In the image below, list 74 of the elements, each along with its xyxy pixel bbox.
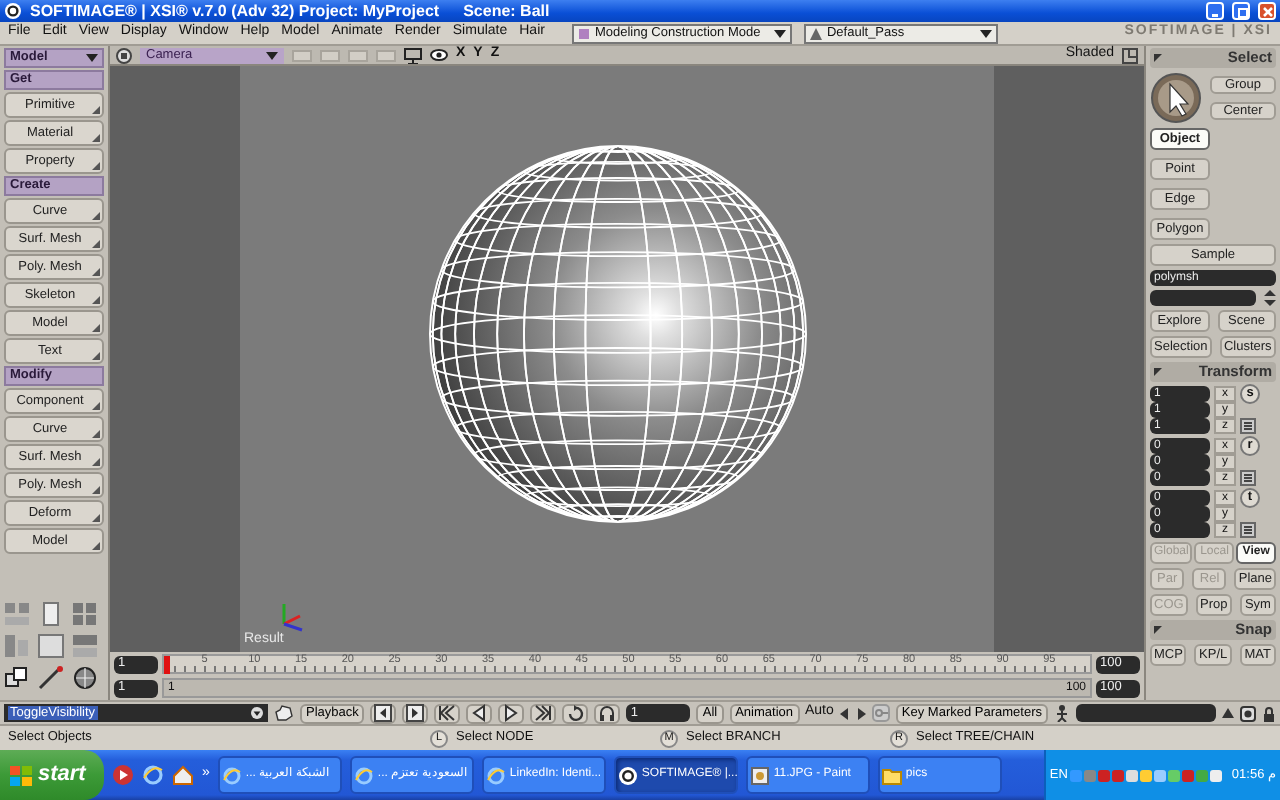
pass-icon <box>810 27 823 39</box>
corner-arrow-icon <box>92 458 100 466</box>
right-arrow-icon[interactable] <box>855 707 866 719</box>
corner-arrow-icon <box>92 268 100 276</box>
browser-icon[interactable] <box>142 764 164 786</box>
folder-icon <box>881 765 902 785</box>
caret-icon <box>980 27 993 39</box>
corner-arrow-icon <box>92 324 100 332</box>
key-field[interactable] <box>1076 704 1216 722</box>
corner-arrow-icon <box>92 352 100 360</box>
restore-button[interactable] <box>1232 2 1250 20</box>
lock-icon[interactable] <box>1262 705 1276 721</box>
list-icon[interactable] <box>1240 470 1256 486</box>
previous-frame-button[interactable] <box>466 703 493 723</box>
wand-icon[interactable] <box>38 666 64 690</box>
next-key-button[interactable] <box>402 703 429 723</box>
maximize-icon[interactable] <box>1122 47 1138 63</box>
record-icon[interactable] <box>1240 705 1256 721</box>
home-icon[interactable] <box>172 764 194 786</box>
browser-icon <box>353 765 374 785</box>
minimize-button[interactable] <box>1206 2 1224 20</box>
corner-arrow-icon <box>92 296 100 304</box>
headphones-button[interactable] <box>594 703 621 723</box>
sort-icon[interactable] <box>1264 290 1276 306</box>
corner-arrow-icon <box>92 212 100 220</box>
hand-icon[interactable] <box>273 704 294 722</box>
restore-glyph-icon <box>1235 5 1247 17</box>
text-field[interactable] <box>1150 290 1256 306</box>
display-icon[interactable] <box>404 47 422 63</box>
scene-name: Scene: Ball <box>463 1 550 21</box>
corner-arrow-icon <box>92 514 100 522</box>
mode-icon <box>578 27 591 39</box>
browser-icon <box>485 765 506 785</box>
list-icon[interactable] <box>1240 522 1256 538</box>
corner-arrow-icon <box>92 430 100 438</box>
viewport-menu-icon[interactable] <box>116 47 132 63</box>
close-glyph-icon <box>1261 5 1273 17</box>
collapse-icon <box>1154 626 1162 634</box>
up-arrow-icon[interactable] <box>1222 707 1234 719</box>
select-tool-icon[interactable] <box>1150 72 1202 124</box>
last-frame-button[interactable] <box>530 703 557 723</box>
corner-arrow-icon <box>92 134 100 142</box>
collapse-icon <box>1154 54 1162 62</box>
close-button[interactable] <box>1258 2 1276 20</box>
left-arrow-icon[interactable] <box>839 707 850 719</box>
caret-icon <box>774 27 787 39</box>
caret-icon <box>86 52 98 64</box>
app-icon <box>617 765 638 785</box>
figure-icon[interactable] <box>1054 704 1070 722</box>
corner-arrow-icon <box>92 106 100 114</box>
eye-icon[interactable] <box>430 48 448 62</box>
list-icon[interactable] <box>1240 418 1256 434</box>
window-title: SOFTIMAGE® | XSI® v.7.0 (Adv 32) Project: MyProject <box>30 1 440 21</box>
play-button[interactable] <box>498 703 525 723</box>
app-icon <box>4 2 22 20</box>
tall-pane-icon[interactable] <box>38 602 64 626</box>
corner-arrow-icon <box>92 486 100 494</box>
start-button[interactable]: start <box>0 750 104 800</box>
collapse-icon <box>1154 368 1162 376</box>
corner-arrow-icon <box>92 542 100 550</box>
dropdown-icon <box>249 706 264 720</box>
browser-icon <box>221 765 242 785</box>
loop-button[interactable] <box>562 703 589 723</box>
windows-logo-icon <box>10 765 32 785</box>
first-frame-button[interactable] <box>434 703 461 723</box>
corner-arrow-icon <box>92 162 100 170</box>
cubes-icon[interactable] <box>4 666 30 690</box>
previous-key-button[interactable] <box>370 703 397 723</box>
corner-arrow-icon <box>92 240 100 248</box>
paint-icon <box>749 765 770 785</box>
single-pane-icon[interactable] <box>38 634 64 658</box>
corner-arrow-icon <box>92 402 100 410</box>
ball-icon[interactable] <box>72 666 98 690</box>
media-player-icon[interactable] <box>112 764 134 786</box>
